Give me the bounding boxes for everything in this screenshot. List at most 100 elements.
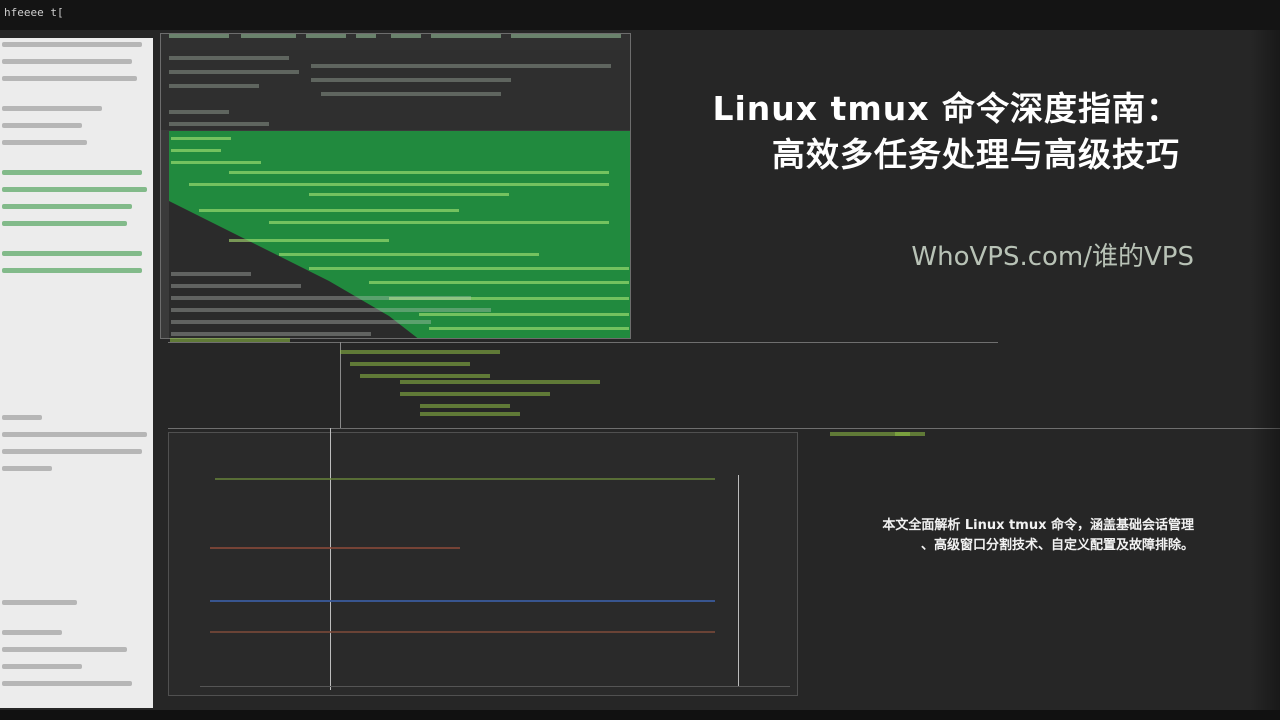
doc-line [2,647,153,660]
terminal-window [160,33,631,339]
blurred-text-line [189,183,609,186]
blurred-text-line [311,64,611,68]
blurred-text-line [340,350,500,354]
doc-line [2,234,153,247]
headline-line-2: 高效多任务处理与高级技巧 [772,135,1180,174]
terminal-menubar [161,34,630,51]
headline: Linux tmux 命令深度指南： 高效多任务处理与高级技巧 [620,86,1180,178]
blurred-text-line [511,34,621,38]
doc-line [2,307,153,320]
left-document-panel [0,38,153,708]
blurred-text-line [171,332,371,336]
doc-line [2,613,153,626]
cursor-line [340,342,341,428]
trace-line [210,600,715,602]
blurred-text-line [429,327,629,330]
blurred-text-line [171,149,221,152]
doc-line [2,294,153,307]
description-line-2: 、高级窗口分割技术、自定义配置及故障排除。 [920,538,1194,553]
edge-shade [1250,30,1280,720]
window-titlebar: hfeeee t[ [0,0,1280,30]
doc-line [2,664,153,677]
doc-line [2,140,153,153]
blurred-text-line [171,272,251,276]
doc-line [2,281,153,294]
doc-line [2,466,153,479]
blurred-text-line [420,404,510,408]
blurred-text-line [269,221,609,224]
blurred-text-line [241,34,296,38]
blurred-text-line [171,137,231,140]
panel-marker-line [738,475,739,687]
blurred-text-line [279,253,539,256]
blurred-text-line [356,34,376,38]
blurred-text-line [431,34,501,38]
doc-line [2,359,153,372]
headline-line-1: Linux tmux 命令深度指南： [712,89,1180,128]
doc-line [2,204,153,217]
blurred-text-line [229,171,609,174]
doc-line [2,415,153,428]
blurred-text-line [306,34,346,38]
panel-baseline [200,686,790,687]
blurred-text-line [321,92,501,96]
doc-line [2,333,153,346]
blurred-text-line [391,34,421,38]
doc-line [2,449,153,462]
blurred-text-line [171,296,471,300]
doc-line [2,694,153,707]
blurred-text-line [169,70,299,74]
blurred-text-line [309,193,509,196]
doc-line [2,106,153,119]
doc-line [2,320,153,333]
doc-line [2,372,153,385]
doc-line [2,170,153,183]
doc-line [2,76,153,89]
blurred-text-line [369,281,629,284]
blurred-text-line [311,78,511,82]
doc-line [2,518,153,531]
bottom-bar [0,710,1280,720]
blurred-text-line [199,209,459,212]
blurred-text-line [170,338,290,342]
doc-line [2,432,153,445]
blurred-text-line [350,362,470,366]
trace-line [210,547,460,549]
blurred-text-line [171,284,301,288]
doc-line [2,570,153,583]
doc-line [2,600,153,613]
trace-line [215,478,715,480]
window-title: hfeeee t[ [4,6,64,19]
doc-line [2,59,153,72]
doc-line [2,123,153,136]
blurred-text-line [171,308,491,312]
doc-line [2,630,153,643]
blurred-text-line [169,84,259,88]
description-line-1: 本文全面解析 Linux tmux 命令，涵盖基础会话管理 [882,518,1194,533]
doc-line [2,479,153,492]
doc-line [2,153,153,166]
blurred-text-line [171,320,431,324]
doc-line [2,544,153,557]
doc-line [2,398,153,411]
monitor-panel [168,432,798,696]
doc-line [2,89,153,102]
blurred-text-line [169,110,229,114]
site-label: WhoVPS.com/谁的VPS [911,242,1194,272]
vertical-cursor-line [330,428,331,690]
trace-line [210,631,715,633]
blurred-text-line [171,161,261,164]
terminal-header-area [161,50,630,130]
doc-line [2,505,153,518]
doc-line [2,681,153,694]
blurred-text-line [895,432,925,436]
doc-line [2,187,153,200]
doc-line [2,707,153,708]
blurred-text-line [419,313,629,316]
blurred-text-line [229,239,389,242]
doc-line [2,385,153,398]
blurred-text-line [169,56,289,60]
doc-line [2,251,153,264]
blurred-text-line [400,380,600,384]
blurred-text-line [400,392,550,396]
